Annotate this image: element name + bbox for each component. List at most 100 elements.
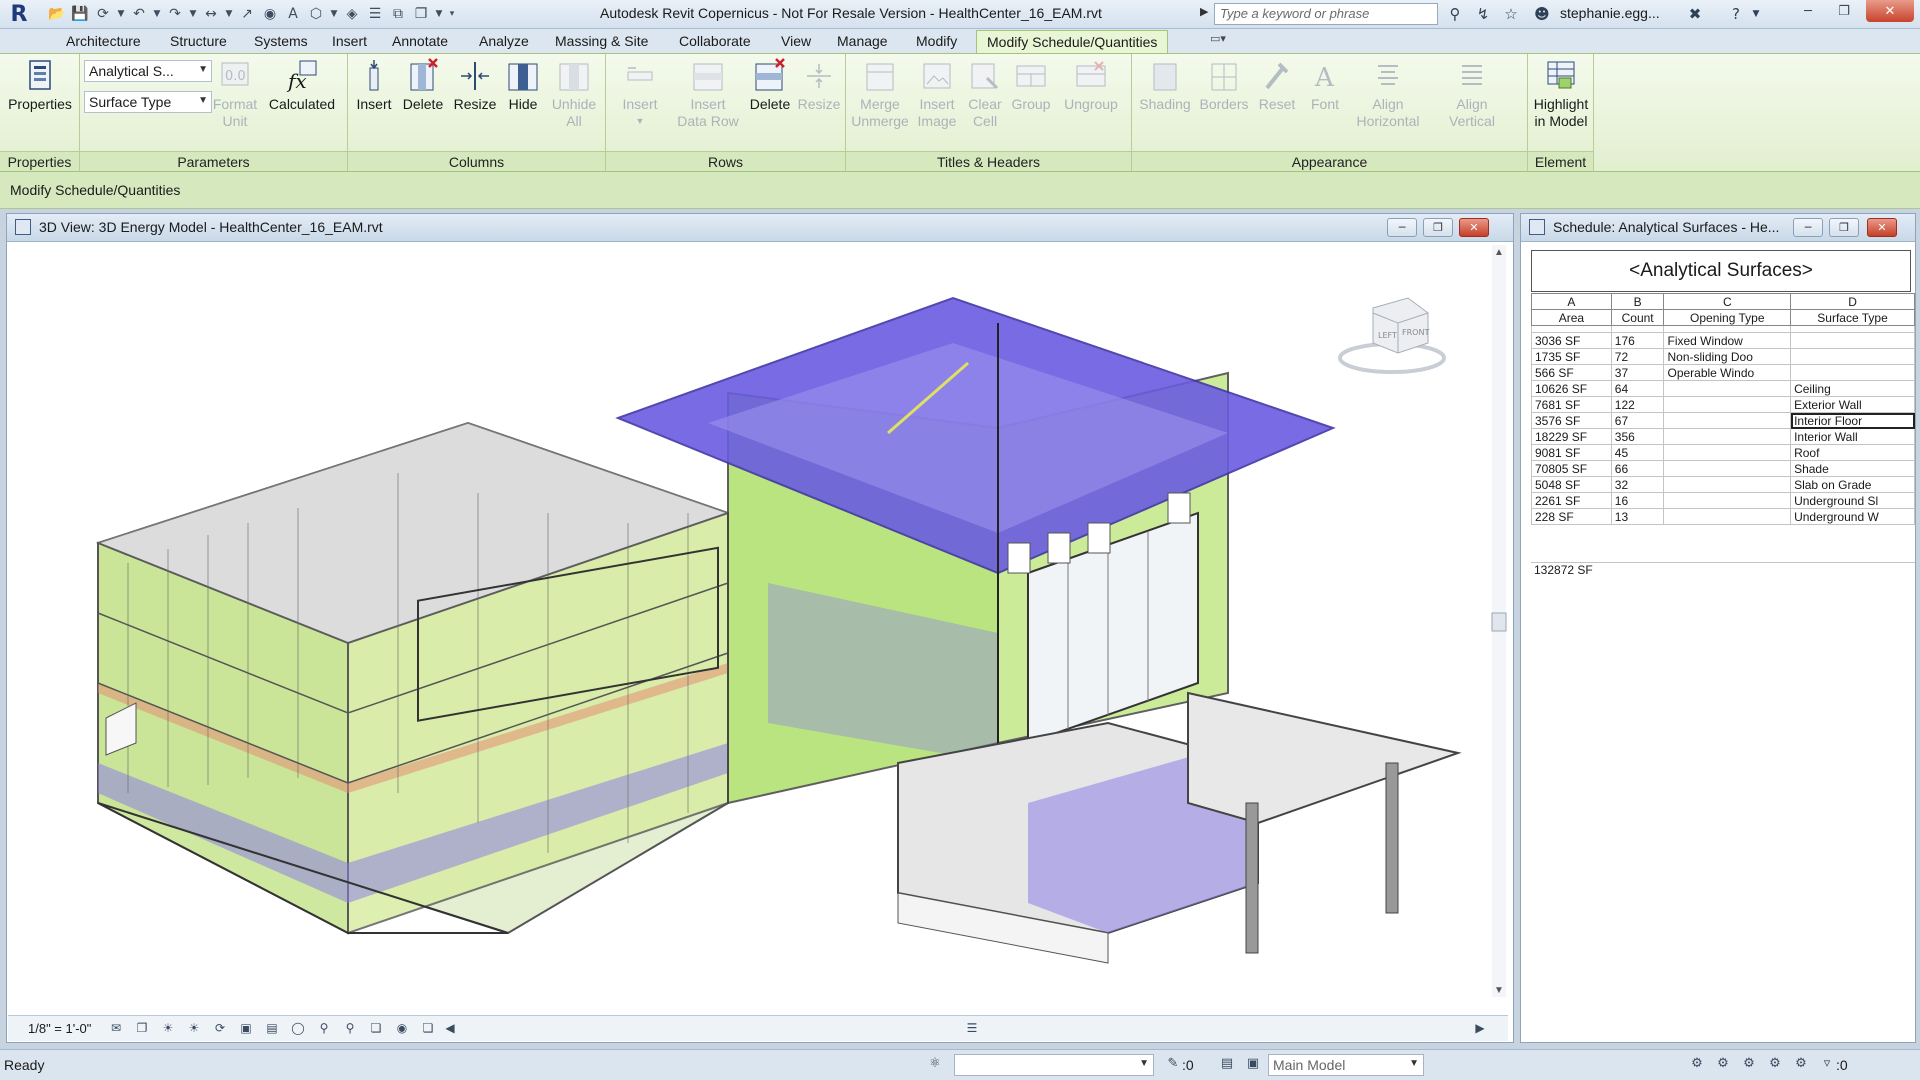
undo-icon[interactable]: ↶ xyxy=(128,3,150,25)
close-icon[interactable]: ✕ xyxy=(1867,218,1897,237)
temporary-hide-isolate-icon[interactable]: ⚲ xyxy=(316,1021,332,1036)
select-links-icon[interactable]: ⚙ xyxy=(1688,1056,1706,1074)
table-row-cell[interactable] xyxy=(1663,412,1792,429)
table-row-cell[interactable]: Roof xyxy=(1790,444,1915,461)
table-row-cell[interactable] xyxy=(1790,348,1915,365)
table-row-cell[interactable] xyxy=(1790,332,1915,349)
column-letter-row-cell[interactable]: A xyxy=(1531,293,1612,310)
table-row-cell[interactable] xyxy=(1663,380,1792,397)
highlight-in-model-button[interactable]: Highlight in Model xyxy=(1528,58,1594,130)
table-row-cell[interactable] xyxy=(1663,444,1792,461)
table-row-cell[interactable]: 45 xyxy=(1610,444,1665,461)
user-name[interactable]: stephanie.egg... xyxy=(1560,5,1660,21)
highlight-displacement-icon[interactable]: ❏ xyxy=(420,1021,436,1036)
text-icon[interactable]: A xyxy=(282,3,304,25)
delete-column-button[interactable]: Delete xyxy=(398,58,448,113)
analytical-model-icon[interactable]: ◉ xyxy=(394,1021,410,1036)
measure-icon[interactable]: ↔ xyxy=(200,3,222,25)
reveal-hidden-elements-icon[interactable]: ⚲ xyxy=(342,1021,358,1036)
table-row-cell[interactable]: 13 xyxy=(1610,508,1665,525)
chevron-down-icon[interactable]: ▼ xyxy=(187,3,199,25)
scroll-right-icon[interactable]: ▶ xyxy=(1472,1021,1488,1036)
save-icon[interactable]: 💾 xyxy=(69,3,91,25)
schedule-total[interactable]: 132872 SF xyxy=(1531,562,1915,577)
scroll-thumb-horizontal-icon[interactable]: ☰ xyxy=(964,1021,980,1036)
3d-view-titlebar[interactable]: 3D View: 3D Energy Model - HealthCenter_… xyxy=(7,214,1513,242)
default-3d-view-icon[interactable]: ⬡ xyxy=(305,3,327,25)
table-row-cell[interactable]: 2261 SF xyxy=(1531,492,1612,509)
minimize-icon[interactable]: ─ xyxy=(1387,218,1417,237)
table-row-cell[interactable]: 67 xyxy=(1610,412,1665,429)
table-row-cell[interactable]: Non-sliding Doo xyxy=(1663,348,1792,365)
chevron-down-icon[interactable]: ▼ xyxy=(151,3,163,25)
insert-column-button[interactable]: Insert xyxy=(352,58,396,113)
table-row-cell[interactable]: 3576 SF xyxy=(1531,412,1612,429)
revit-logo-icon[interactable]: R xyxy=(2,1,36,28)
table-row-cell[interactable]: 176 xyxy=(1610,332,1665,349)
show-crop-region-icon[interactable]: ▤ xyxy=(264,1021,280,1036)
reset-button[interactable]: Reset xyxy=(1252,58,1302,113)
column-letter-row-cell[interactable]: D xyxy=(1790,293,1915,310)
table-row-cell[interactable]: Underground W xyxy=(1790,508,1915,525)
scroll-down-icon[interactable]: ▼ xyxy=(1494,985,1504,996)
column-header-row-cell[interactable]: Surface Type xyxy=(1790,309,1915,326)
search-input[interactable]: Type a keyword or phrase xyxy=(1214,3,1438,25)
chevron-down-icon[interactable]: ▼ xyxy=(1750,3,1762,25)
ungroup-button[interactable]: Ungroup xyxy=(1056,58,1126,113)
table-row-cell[interactable]: 66 xyxy=(1610,460,1665,477)
table-row-cell[interactable] xyxy=(1663,428,1792,445)
close-hidden-windows-icon[interactable]: ⧉ xyxy=(387,3,409,25)
table-row-cell[interactable]: Fixed Window xyxy=(1663,332,1792,349)
sync-icon[interactable]: ⟳ xyxy=(92,3,114,25)
minimize-icon[interactable]: ─ xyxy=(1793,218,1823,237)
view-scale[interactable]: 1/8" = 1'-0" xyxy=(28,1021,91,1036)
worksharing-display-icon[interactable]: ❏ xyxy=(368,1021,384,1036)
user-icon[interactable]: ☻ xyxy=(1530,3,1554,25)
merge-unmerge-button[interactable]: Merge Unmerge xyxy=(848,58,912,130)
table-row-cell[interactable]: 9081 SF xyxy=(1531,444,1612,461)
table-row-cell[interactable]: 64 xyxy=(1610,380,1665,397)
table-row-cell[interactable] xyxy=(1663,476,1792,493)
tab-collaborate[interactable]: Collaborate xyxy=(679,33,751,49)
workset-dropdown[interactable]: ▼ xyxy=(954,1054,1154,1076)
table-row-cell[interactable]: 7681 SF xyxy=(1531,396,1612,413)
properties-button[interactable]: Properties xyxy=(4,58,76,113)
column-header-row-cell[interactable]: Area xyxy=(1531,309,1612,326)
minimize-ribbon-icon[interactable]: ▭▾ xyxy=(1210,32,1226,45)
resize-row-button[interactable]: Resize xyxy=(794,58,844,113)
table-row-cell[interactable]: 566 SF xyxy=(1531,364,1612,381)
insert-image-button[interactable]: Insert Image xyxy=(912,58,962,130)
section-icon[interactable]: ◈ xyxy=(341,3,363,25)
tab-systems[interactable]: Systems xyxy=(254,33,308,49)
tab-insert[interactable]: Insert xyxy=(332,33,367,49)
column-header-row-cell[interactable]: Opening Type xyxy=(1663,309,1792,326)
tab-modify[interactable]: Modify xyxy=(916,33,957,49)
group-button[interactable]: Group xyxy=(1008,58,1054,113)
table-row-cell[interactable]: Interior Floor xyxy=(1790,412,1915,429)
favorites-star-icon[interactable]: ☆ xyxy=(1499,3,1523,25)
table-row-cell[interactable]: 16 xyxy=(1610,492,1665,509)
insert-data-row-button[interactable]: Insert Data Row xyxy=(668,58,748,130)
tab-analyze[interactable]: Analyze xyxy=(479,33,529,49)
table-row-cell[interactable]: 18229 SF xyxy=(1531,428,1612,445)
table-row-cell[interactable]: Ceiling xyxy=(1790,380,1915,397)
scroll-left-icon[interactable]: ◀ xyxy=(442,1021,458,1036)
tab-manage[interactable]: Manage xyxy=(837,33,888,49)
switch-windows-icon[interactable]: ❐ xyxy=(410,3,432,25)
binoculars-search-icon[interactable]: ⚲ xyxy=(1443,3,1467,25)
dimension-icon[interactable]: ↗ xyxy=(236,3,258,25)
table-row-cell[interactable] xyxy=(1663,396,1792,413)
table-row-cell[interactable]: 10626 SF xyxy=(1531,380,1612,397)
unlocked-3d-view-icon[interactable]: ◯ xyxy=(290,1021,306,1036)
3d-model-canvas[interactable]: LEFT FRONT ▲ ▼ xyxy=(8,243,1508,1013)
design-option-dropdown[interactable]: Main Model ▼ xyxy=(1268,1054,1424,1076)
tab-annotate[interactable]: Annotate xyxy=(392,33,448,49)
filter-icon[interactable]: ▿ xyxy=(1818,1056,1836,1074)
column-header-row-cell[interactable]: Count xyxy=(1610,309,1665,326)
subscription-center-icon[interactable]: ↯ xyxy=(1471,3,1495,25)
scroll-thumb[interactable] xyxy=(1491,612,1507,632)
select-by-face-icon[interactable]: ⚙ xyxy=(1766,1056,1784,1074)
tab-massing-site[interactable]: Massing & Site xyxy=(555,33,648,49)
table-row-cell[interactable]: Exterior Wall xyxy=(1790,396,1915,413)
crop-view-icon[interactable]: ▣ xyxy=(238,1021,254,1036)
